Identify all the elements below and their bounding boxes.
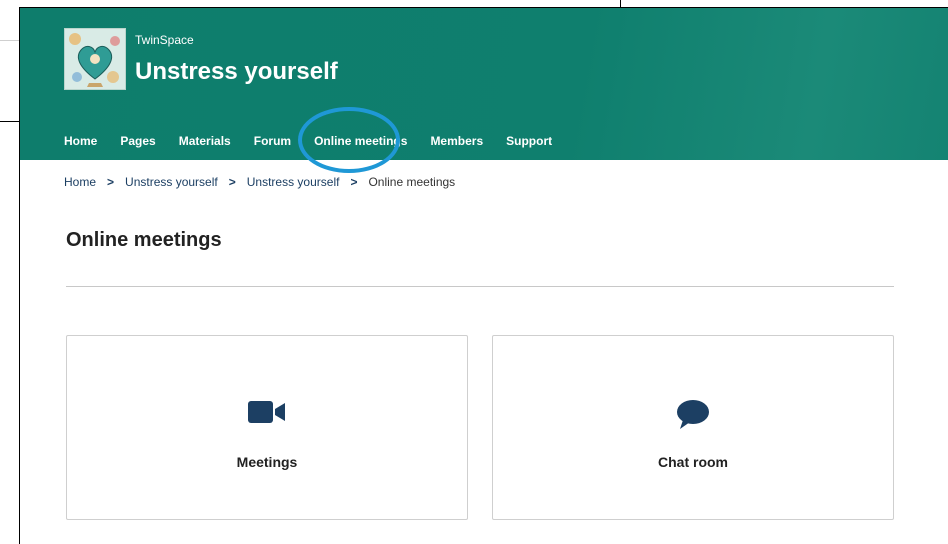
brand-label[interactable]: TwinSpace (135, 33, 194, 47)
chat-room-card[interactable]: Chat room (492, 335, 894, 520)
breadcrumb-current: Online meetings (368, 175, 456, 189)
browser-page: TwinSpace Unstress yourself Home Pages M… (19, 7, 948, 544)
nav-item-support[interactable]: Support (506, 134, 552, 154)
breadcrumb-space-home[interactable]: Unstress yourself (247, 175, 340, 189)
nav-item-forum[interactable]: Forum (254, 134, 291, 154)
site-title[interactable]: Unstress yourself (135, 58, 338, 86)
chat-room-card-label: Chat room (658, 454, 728, 470)
nav-item-home[interactable]: Home (64, 134, 97, 154)
breadcrumb: Home > Unstress yourself > Unstress your… (64, 175, 455, 189)
breadcrumb-separator: > (228, 175, 236, 189)
background-divider (0, 40, 20, 41)
title-divider (66, 286, 894, 287)
speech-bubble-icon (677, 400, 709, 429)
breadcrumb-home[interactable]: Home (64, 175, 96, 189)
breadcrumb-separator: > (350, 175, 358, 189)
page-title: Online meetings (66, 229, 222, 251)
background-divider (0, 121, 20, 122)
video-camera-icon (248, 401, 285, 423)
meetings-card-label: Meetings (236, 454, 298, 470)
card-icon-wrap (67, 400, 467, 426)
main-nav: Home Pages Materials Forum Online meetin… (64, 134, 552, 154)
nav-item-pages[interactable]: Pages (120, 134, 155, 154)
heart-logo-icon (65, 29, 125, 89)
card-icon-wrap (493, 400, 893, 429)
nav-item-materials[interactable]: Materials (179, 134, 231, 154)
site-header: TwinSpace Unstress yourself Home Pages M… (20, 8, 948, 160)
screenshot-stage: TwinSpace Unstress yourself Home Pages M… (0, 0, 948, 544)
breadcrumb-space[interactable]: Unstress yourself (125, 175, 218, 189)
project-logo[interactable] (64, 28, 126, 90)
nav-item-members[interactable]: Members (430, 134, 483, 154)
breadcrumb-separator: > (107, 175, 115, 189)
meetings-card[interactable]: Meetings (66, 335, 468, 520)
nav-item-online-meetings[interactable]: Online meetings (314, 134, 407, 154)
